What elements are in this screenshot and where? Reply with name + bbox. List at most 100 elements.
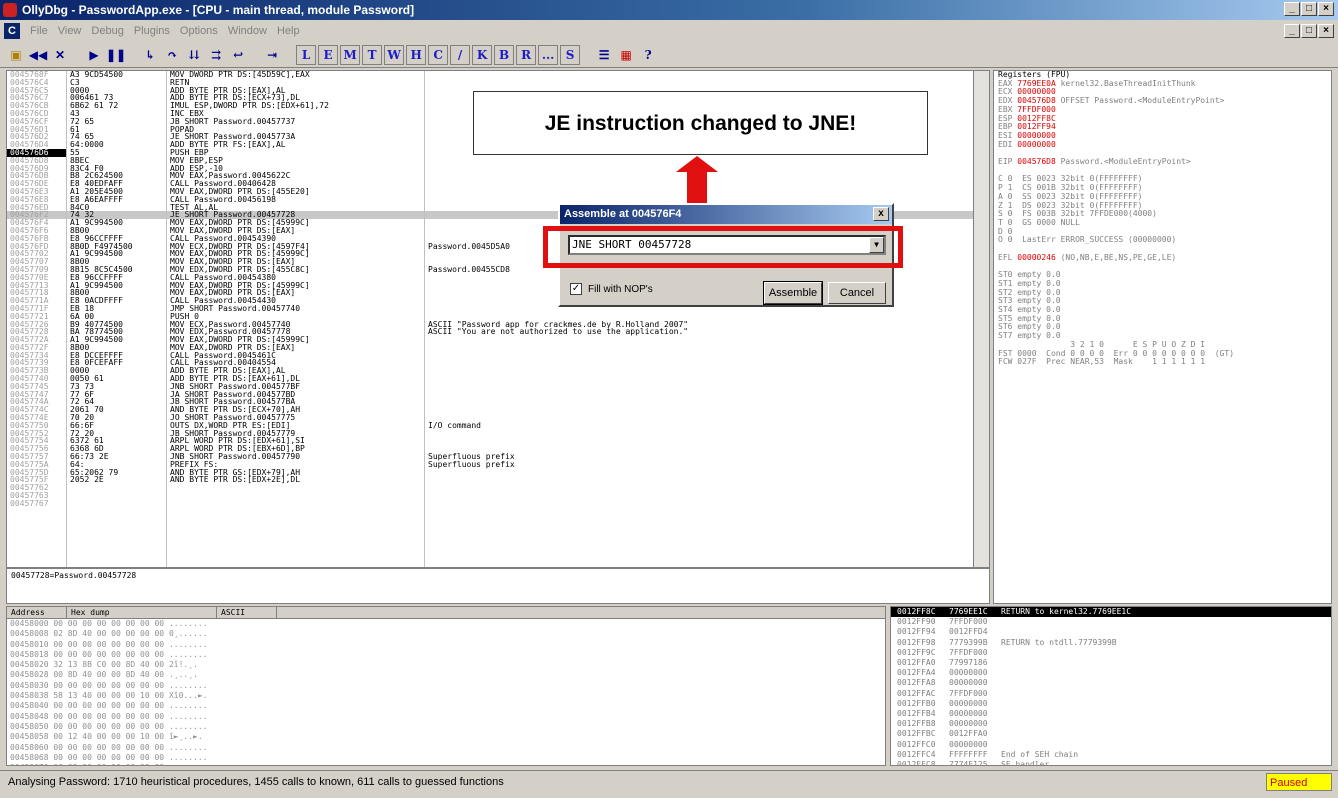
address-cell[interactable]: 004576D2 <box>7 133 66 141</box>
stack-row[interactable]: 0012FFC0 00000000 <box>891 740 1331 750</box>
hex-cell[interactable]: 77 6F <box>67 391 166 399</box>
disasm-cell[interactable]: ARPL WORD PTR DS:[EDX+61],SI <box>167 437 424 445</box>
hex-cell[interactable]: 8B0D F4974500 <box>67 243 166 251</box>
dump-row[interactable]: 00458058 00 12 40 00 00 00 10 00 î►¸..►. <box>7 732 885 742</box>
hex-cell[interactable] <box>67 492 166 500</box>
mdi-minimize-button[interactable]: _ <box>1284 24 1300 38</box>
hex-cell[interactable]: 6372 61 <box>67 437 166 445</box>
stack-row[interactable]: 0012FFB4 00000000 <box>891 709 1331 719</box>
dump-row[interactable]: 00458060 00 00 00 00 00 00 00 00 .......… <box>7 743 885 753</box>
stack-row[interactable]: 0012FFAC 7FFDF000 <box>891 689 1331 699</box>
disasm-cell[interactable]: TEST AL,AL <box>167 204 424 212</box>
address-cell[interactable]: 0045768F <box>7 71 66 79</box>
dump-row[interactable]: 00458050 00 00 00 00 00 00 00 00 .......… <box>7 722 885 732</box>
address-cell[interactable]: 004576C7 <box>7 94 66 102</box>
disasm-cell[interactable]: MOV EAX,DWORD PTR DS:[45999C] <box>167 336 424 344</box>
dump-header-ascii[interactable]: ASCII <box>217 607 277 619</box>
address-cell[interactable]: 004576D1 <box>7 126 66 134</box>
address-cell[interactable]: 004576E3 <box>7 188 66 196</box>
hex-cell[interactable]: C3 <box>67 79 166 87</box>
hex-cell[interactable]: A1 9C994500 <box>67 250 166 258</box>
hex-cell[interactable]: 0000 <box>67 367 166 375</box>
log-window-button[interactable]: L <box>296 44 317 65</box>
hex-cell[interactable]: 0000 <box>67 87 166 95</box>
dump-header-address[interactable]: Address <box>7 607 67 619</box>
hex-cell[interactable]: 8B00 <box>67 289 166 297</box>
dump-row[interactable]: 00458070 00 00 00 00 00 00 00 00 .......… <box>7 763 885 765</box>
comment-cell[interactable] <box>425 71 975 79</box>
comment-cell[interactable]: Superfluous prefix <box>425 461 975 469</box>
address-cell[interactable]: 00457713 <box>7 282 66 290</box>
comment-cell[interactable]: ASCII "You are not authorized to use the… <box>425 328 975 336</box>
stack-row[interactable]: 0012FF94 0012FFD4 <box>891 627 1331 637</box>
disasm-cell[interactable]: ADD BYTE PTR DS:[ECX+73],DL <box>167 94 424 102</box>
hex-cell[interactable]: E8 DCCEFFFF <box>67 352 166 360</box>
comment-cell[interactable] <box>425 391 975 399</box>
disasm-cell[interactable]: ADD ESP,-10 <box>167 165 424 173</box>
dump-row[interactable]: 00458038 58 13 40 00 00 00 10 00 Xî0...►… <box>7 691 885 701</box>
hex-cell[interactable]: 74 32 <box>67 211 166 220</box>
disasm-cell[interactable]: JNB SHORT Password.00457790 <box>167 453 424 461</box>
disasm-cell[interactable]: JB SHORT Password.004577BA <box>167 398 424 406</box>
address-cell[interactable]: 0045771F <box>7 305 66 313</box>
hex-cell[interactable]: 72 20 <box>67 430 166 438</box>
hex-cell[interactable]: A1 9C994500 <box>67 282 166 290</box>
minimize-button[interactable]: _ <box>1284 2 1300 16</box>
address-cell[interactable]: 0045770E <box>7 274 66 282</box>
register-line[interactable]: FCW 027F Prec NEAR,53 Mask 1 1 1 1 1 1 <box>994 357 1331 367</box>
address-cell[interactable]: 0045775D <box>7 469 66 477</box>
address-cell[interactable]: 00457757 <box>7 453 66 461</box>
stack-pane[interactable]: 0012FF8C 7769EE1C RETURN to kernel32.7769E… <box>890 606 1332 766</box>
step-over-icon[interactable]: ↷ <box>162 45 182 65</box>
disasm-cell[interactable]: MOV EBP,ESP <box>167 157 424 165</box>
dump-row[interactable]: 00458010 00 00 00 00 00 00 00 00 .......… <box>7 640 885 650</box>
dump-row[interactable]: 00458030 00 00 00 00 00 00 00 00 .......… <box>7 681 885 691</box>
hex-cell[interactable]: E8 96CCFFFF <box>67 274 166 282</box>
address-cell[interactable]: 0045774A <box>7 398 66 406</box>
registers-pane[interactable]: Registers (FPU) EAX 7769EE0A kernel32.Ba… <box>993 70 1332 604</box>
dialog-close-button[interactable]: x <box>873 207 889 221</box>
hex-cell[interactable]: 66:6F <box>67 422 166 430</box>
assemble-button[interactable]: Assemble <box>763 281 823 305</box>
address-cell[interactable]: 00457750 <box>7 422 66 430</box>
close-button[interactable]: × <box>1318 2 1334 16</box>
comment-cell[interactable] <box>425 352 975 360</box>
stack-row[interactable]: 0012FFA4 00000000 <box>891 668 1331 678</box>
comment-cell[interactable] <box>425 500 975 508</box>
disasm-cell[interactable]: ADD BYTE PTR DS:[EAX],AL <box>167 87 424 95</box>
open-icon[interactable]: ▣ <box>6 45 26 65</box>
hex-dump-pane[interactable]: Address Hex dump ASCII 00458000 00 00 00… <box>6 606 886 766</box>
windows-button[interactable]: W <box>384 44 405 65</box>
hex-cell[interactable]: A3 9CD54500 <box>67 71 166 79</box>
disasm-cell[interactable]: MOV EDX,Password.00457778 <box>167 328 424 336</box>
address-cell[interactable]: 004576C4 <box>7 79 66 87</box>
hex-cell[interactable]: 8BEC <box>67 157 166 165</box>
stack-row[interactable]: 0012FFA8 00000000 <box>891 678 1331 688</box>
trace-into-icon[interactable]: ⇊ <box>184 45 204 65</box>
hex-cell[interactable]: 0050 61 <box>67 375 166 383</box>
handles-button[interactable]: H <box>406 44 427 65</box>
list-icon[interactable]: ☰ <box>594 45 614 65</box>
run-trace-button[interactable]: ... <box>538 44 559 65</box>
address-cell[interactable]: 004576F4 <box>7 219 66 227</box>
disasm-cell[interactable]: CALL Password.00406428 <box>167 180 424 188</box>
run-icon[interactable]: ▶ <box>84 45 104 65</box>
hex-cell[interactable]: 6A 00 <box>67 313 166 321</box>
breakpoints-button[interactable]: B <box>494 44 515 65</box>
disasm-cell[interactable]: MOV EAX,Password.0045622C <box>167 172 424 180</box>
patches-button[interactable]: / <box>450 44 471 65</box>
hex-cell[interactable]: B9 40774500 <box>67 321 166 329</box>
hex-cell[interactable]: 2052 2E <box>67 476 166 484</box>
comment-cell[interactable] <box>425 430 975 438</box>
hex-cell[interactable]: 83C4 F0 <box>67 165 166 173</box>
address-cell[interactable]: 004576ED <box>7 204 66 212</box>
comment-cell[interactable]: ASCII "Password app for crackmes.de by R… <box>425 321 975 329</box>
hex-cell[interactable]: EB 18 <box>67 305 166 313</box>
dump-row[interactable]: 00458020 32 13 8B C0 00 8D 40 00 2î!.¸. <box>7 660 885 670</box>
disasm-cell[interactable]: RETN <box>167 79 424 87</box>
stack-row[interactable]: 0012FFB8 00000000 <box>891 719 1331 729</box>
address-cell[interactable]: 0045774E <box>7 414 66 422</box>
hex-cell[interactable]: BA 78774500 <box>67 328 166 336</box>
disasm-cell[interactable] <box>167 500 424 508</box>
step-into-icon[interactable]: ↳ <box>140 45 160 65</box>
